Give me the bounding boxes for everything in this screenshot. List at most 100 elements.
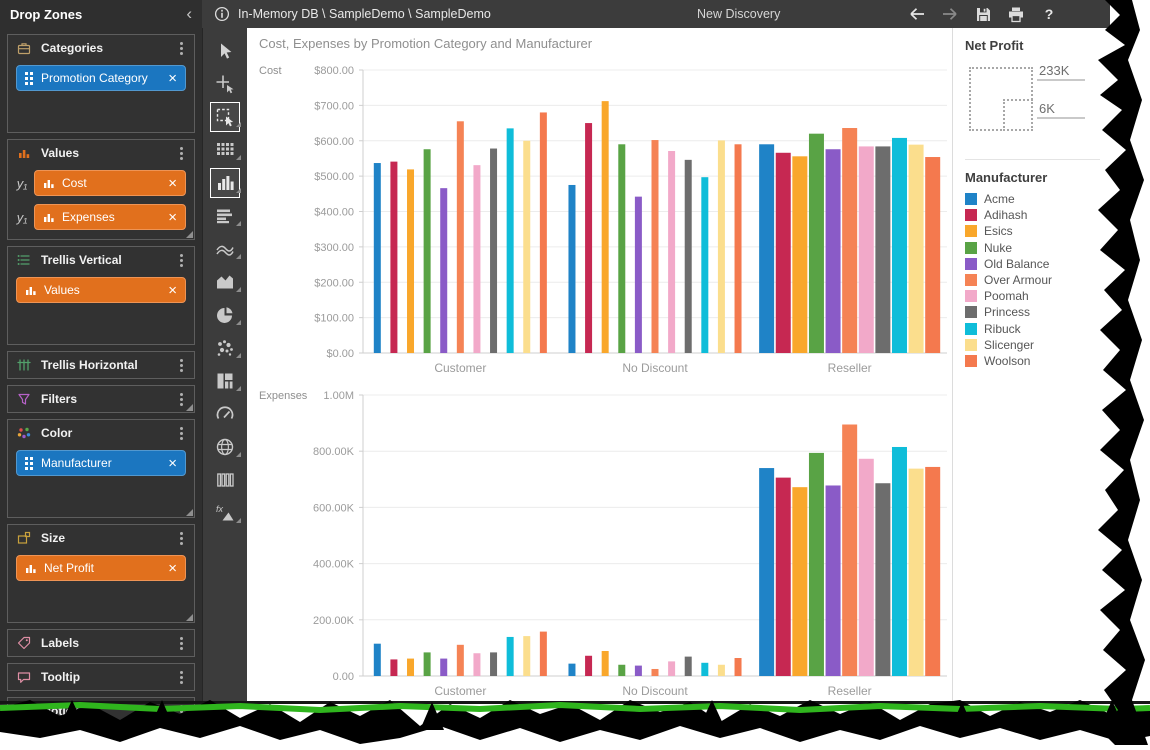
remove-chip-icon[interactable]: × — [168, 176, 177, 191]
bar-adihash[interactable] — [390, 162, 397, 353]
bar-poomah[interactable] — [859, 146, 874, 353]
bar-old-balance[interactable] — [826, 149, 841, 353]
remove-chip-icon[interactable]: × — [168, 456, 177, 471]
bar-esics[interactable] — [602, 101, 609, 353]
scatter-chart-icon[interactable] — [203, 331, 248, 364]
collapse-sidebar-icon[interactable]: ‹ — [186, 4, 192, 24]
bar-slicenger[interactable] — [909, 469, 924, 676]
bar-ribuck[interactable] — [892, 138, 907, 353]
bar-esics[interactable] — [407, 659, 414, 676]
section-menu-icon[interactable] — [175, 39, 188, 58]
bar-ribuck[interactable] — [892, 447, 907, 676]
section-menu-icon[interactable] — [175, 668, 188, 687]
legend-item-adihash[interactable]: Adihash — [965, 207, 1110, 223]
bar-woolson[interactable] — [540, 632, 547, 676]
area-chart-icon[interactable] — [203, 265, 248, 298]
bar-princess[interactable] — [490, 652, 497, 676]
legend-item-acme[interactable]: Acme — [965, 191, 1110, 207]
small-multiples-icon[interactable] — [203, 463, 248, 496]
treemap-icon[interactable] — [203, 364, 248, 397]
forward-icon[interactable] — [941, 5, 959, 23]
back-icon[interactable] — [908, 5, 926, 23]
bar-woolson[interactable] — [540, 112, 547, 353]
bar-slicenger[interactable] — [718, 665, 725, 676]
bar-poomah[interactable] — [473, 165, 480, 353]
column-chart-icon[interactable] — [203, 166, 248, 199]
section-menu-icon[interactable] — [175, 634, 188, 653]
bar-esics[interactable] — [602, 651, 609, 676]
bar-old-balance[interactable] — [635, 197, 642, 353]
pivot-grid-icon[interactable] — [203, 133, 248, 166]
section-menu-icon[interactable] — [175, 702, 188, 721]
remove-chip-icon[interactable]: × — [168, 71, 177, 86]
function-chart-icon[interactable]: fx — [203, 496, 248, 529]
move-crosshair-icon[interactable] — [203, 67, 248, 100]
bar-over-armour[interactable] — [652, 140, 659, 353]
bar-old-balance[interactable] — [440, 659, 447, 676]
map-icon[interactable] — [203, 430, 248, 463]
bar-esics[interactable] — [407, 169, 414, 353]
bar-woolson[interactable] — [735, 144, 742, 353]
bar-ribuck[interactable] — [507, 128, 514, 353]
bar-poomah[interactable] — [668, 661, 675, 676]
bar-over-armour[interactable] — [652, 669, 659, 676]
legend-item-old-balance[interactable]: Old Balance — [965, 256, 1110, 272]
bar-adihash[interactable] — [390, 659, 397, 676]
bar-nuke[interactable] — [809, 453, 824, 676]
breadcrumb[interactable]: In-Memory DB \ SampleDemo \ SampleDemo — [238, 7, 491, 21]
bar-adihash[interactable] — [585, 656, 592, 676]
drop-area[interactable] — [8, 585, 194, 617]
pie-chart-icon[interactable] — [203, 298, 248, 331]
bar-acme[interactable] — [374, 644, 381, 676]
bar-nuke[interactable] — [809, 134, 824, 353]
chip-manufacturer[interactable]: Manufacturer × — [16, 450, 186, 476]
drop-area[interactable] — [8, 480, 194, 512]
legend-item-ribuck[interactable]: Ribuck — [965, 321, 1110, 337]
bar-slicenger[interactable] — [718, 140, 725, 353]
marquee-select-icon[interactable] — [203, 100, 248, 133]
bar-adihash[interactable] — [776, 478, 791, 676]
info-icon[interactable] — [214, 6, 230, 22]
chip-expenses[interactable]: Expenses × — [34, 204, 186, 230]
bar-nuke[interactable] — [424, 149, 431, 353]
section-menu-icon[interactable] — [175, 251, 188, 270]
bar-old-balance[interactable] — [826, 485, 841, 676]
bar-princess[interactable] — [685, 160, 692, 353]
bar-woolson[interactable] — [735, 658, 742, 676]
legend-item-poomah[interactable]: Poomah — [965, 288, 1110, 304]
section-menu-icon[interactable] — [175, 356, 188, 375]
drop-area[interactable] — [8, 95, 194, 127]
bar-nuke[interactable] — [424, 652, 431, 676]
bar-slicenger[interactable] — [523, 141, 530, 353]
bar-princess[interactable] — [875, 483, 890, 676]
bar-woolson[interactable] — [925, 157, 940, 353]
bar-slicenger[interactable] — [909, 145, 924, 353]
bar-nuke[interactable] — [618, 144, 625, 353]
bar-princess[interactable] — [685, 657, 692, 676]
bar-chart-icon[interactable] — [203, 199, 248, 232]
line-chart-icon[interactable] — [203, 232, 248, 265]
bar-princess[interactable] — [875, 146, 890, 353]
bar-ribuck[interactable] — [507, 637, 514, 676]
bar-esics[interactable] — [792, 156, 807, 353]
legend-item-woolson[interactable]: Woolson — [965, 353, 1110, 369]
bar-slicenger[interactable] — [523, 636, 530, 676]
drop-area[interactable] — [8, 307, 194, 339]
remove-chip-icon[interactable]: × — [168, 283, 177, 298]
bar-ribuck[interactable] — [701, 177, 708, 353]
bar-over-armour[interactable] — [842, 128, 857, 353]
bar-old-balance[interactable] — [440, 188, 447, 353]
bar-acme[interactable] — [374, 163, 381, 353]
bar-old-balance[interactable] — [635, 666, 642, 676]
remove-chip-icon[interactable]: × — [168, 210, 177, 225]
chip-cost[interactable]: Cost × — [34, 170, 186, 196]
bar-princess[interactable] — [490, 149, 497, 353]
chip-values[interactable]: Values × — [16, 277, 186, 303]
bar-acme[interactable] — [568, 664, 575, 676]
bar-poomah[interactable] — [859, 459, 874, 676]
print-icon[interactable] — [1007, 5, 1025, 23]
bar-over-armour[interactable] — [457, 645, 464, 676]
legend-item-princess[interactable]: Princess — [965, 304, 1110, 320]
bar-poomah[interactable] — [473, 653, 480, 676]
help-icon[interactable]: ? — [1040, 5, 1058, 23]
